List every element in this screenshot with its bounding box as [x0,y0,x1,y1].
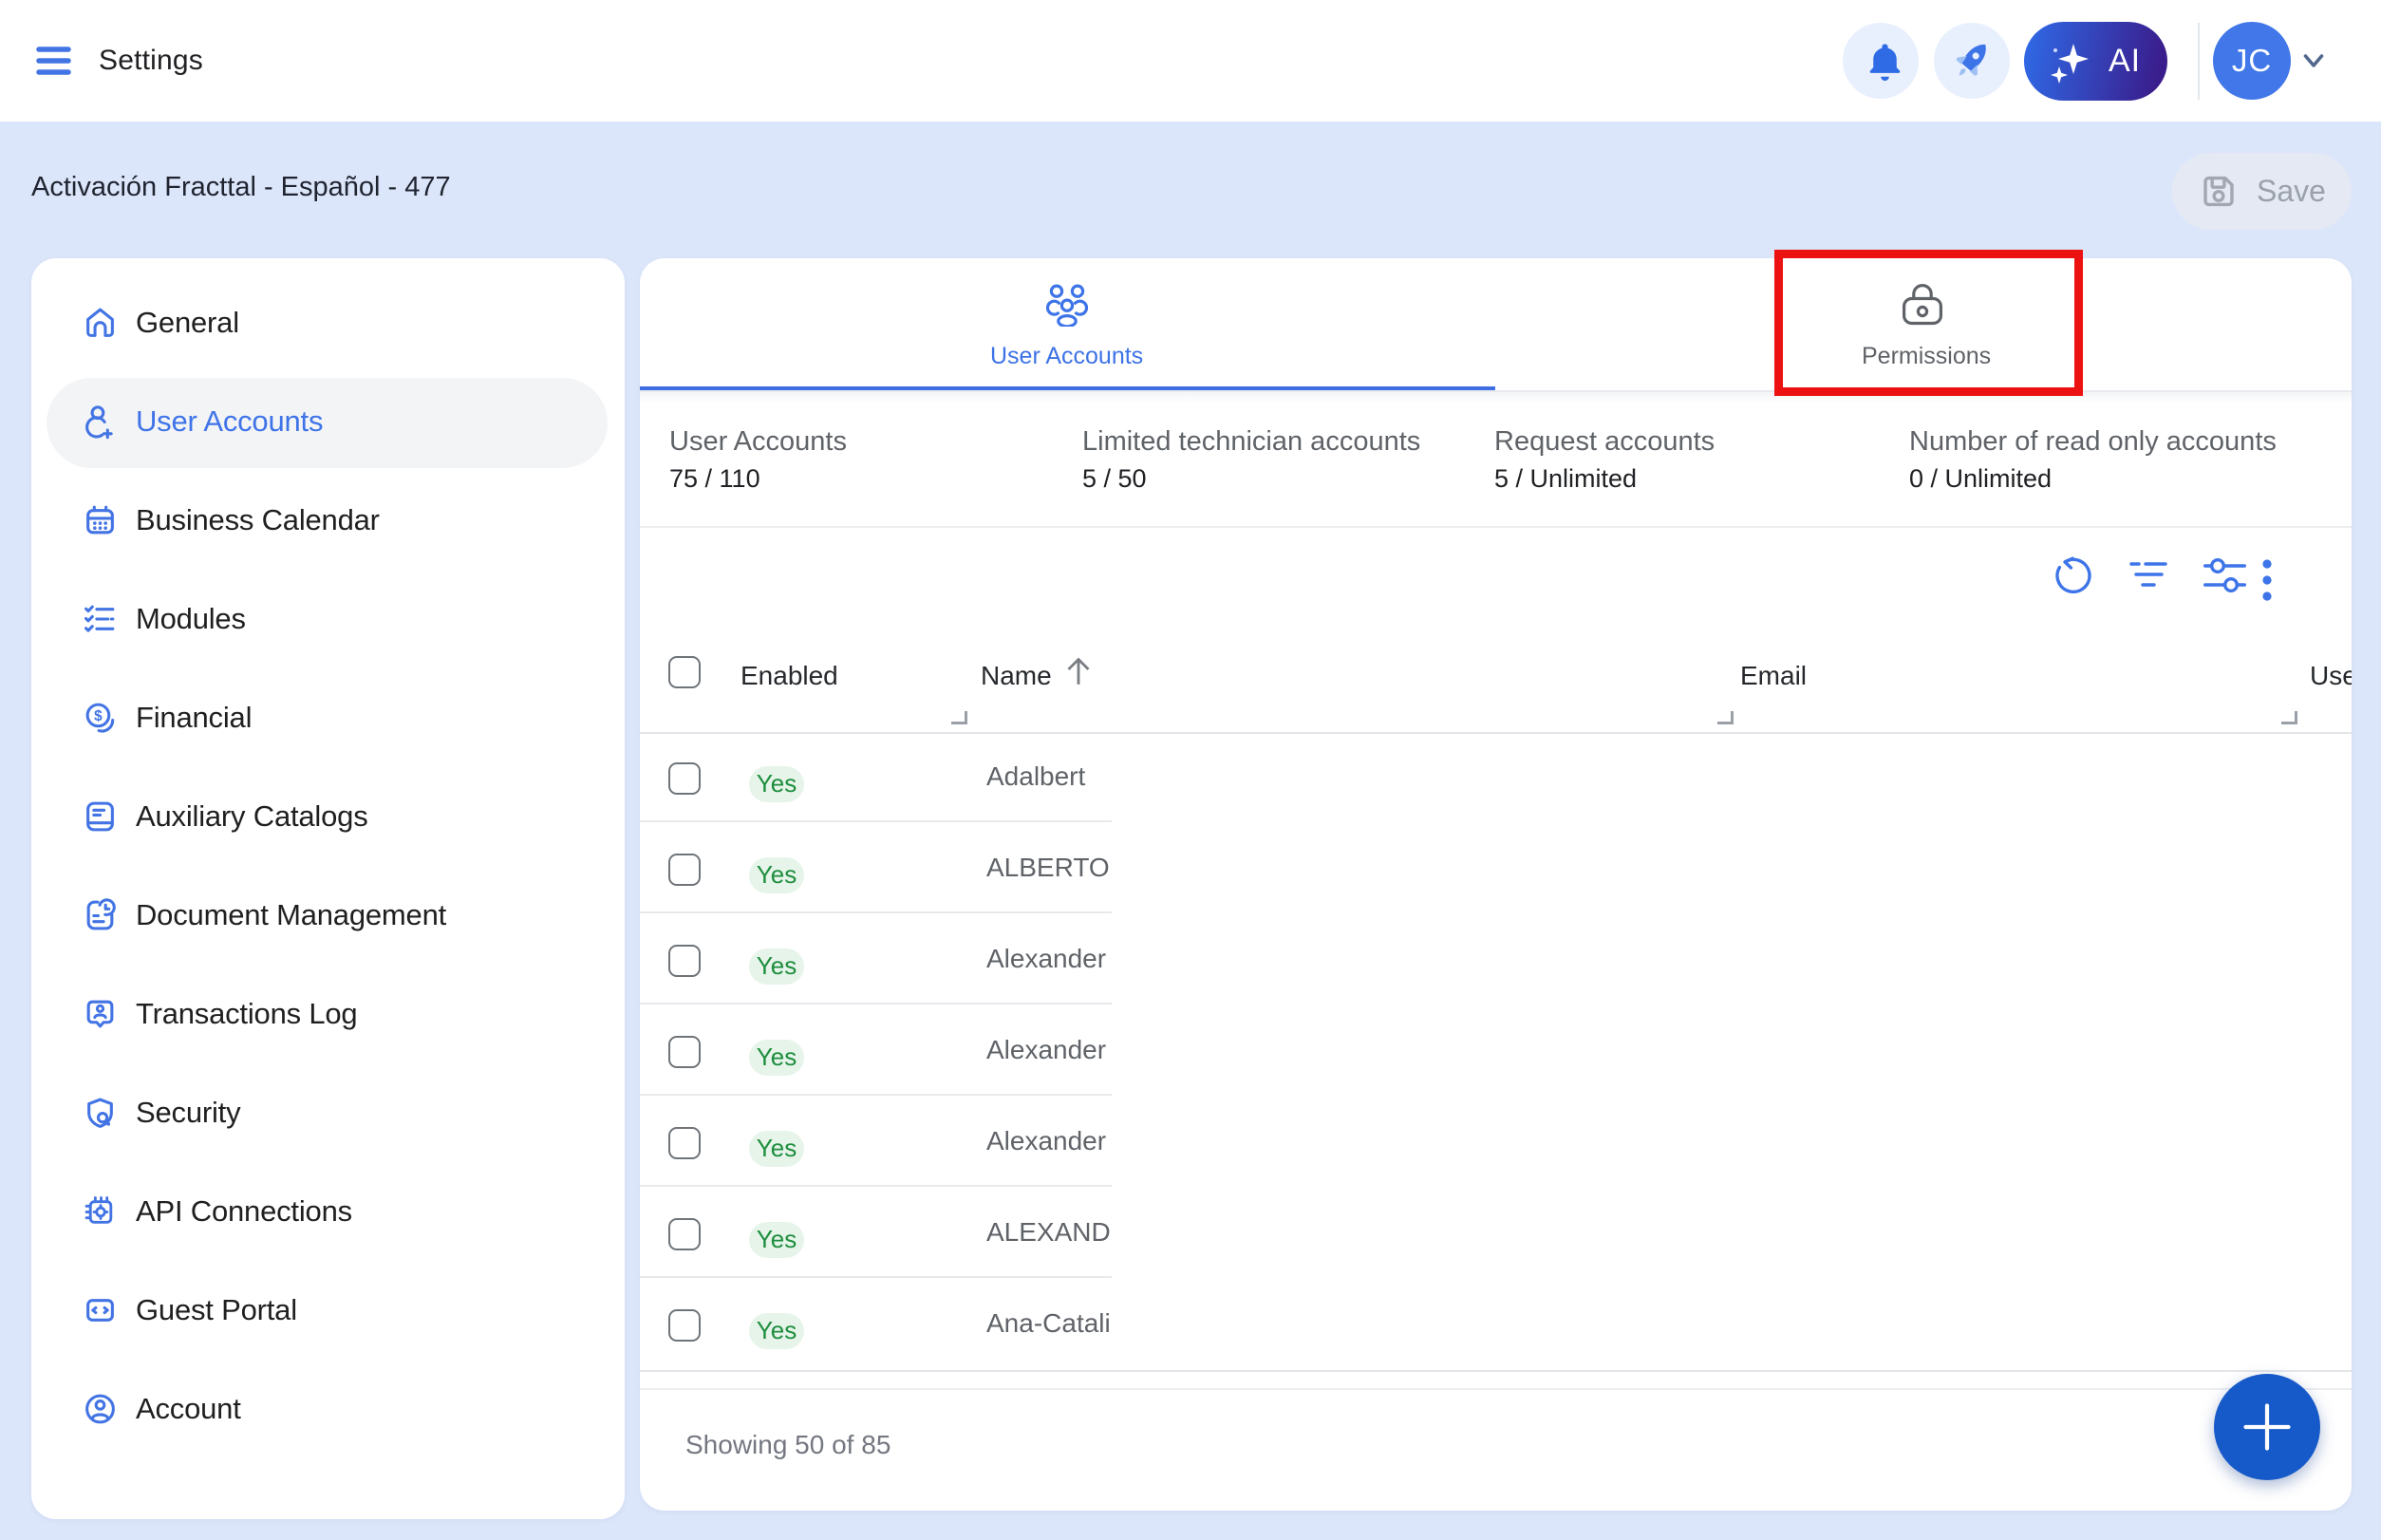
svg-text:$: $ [94,708,103,724]
